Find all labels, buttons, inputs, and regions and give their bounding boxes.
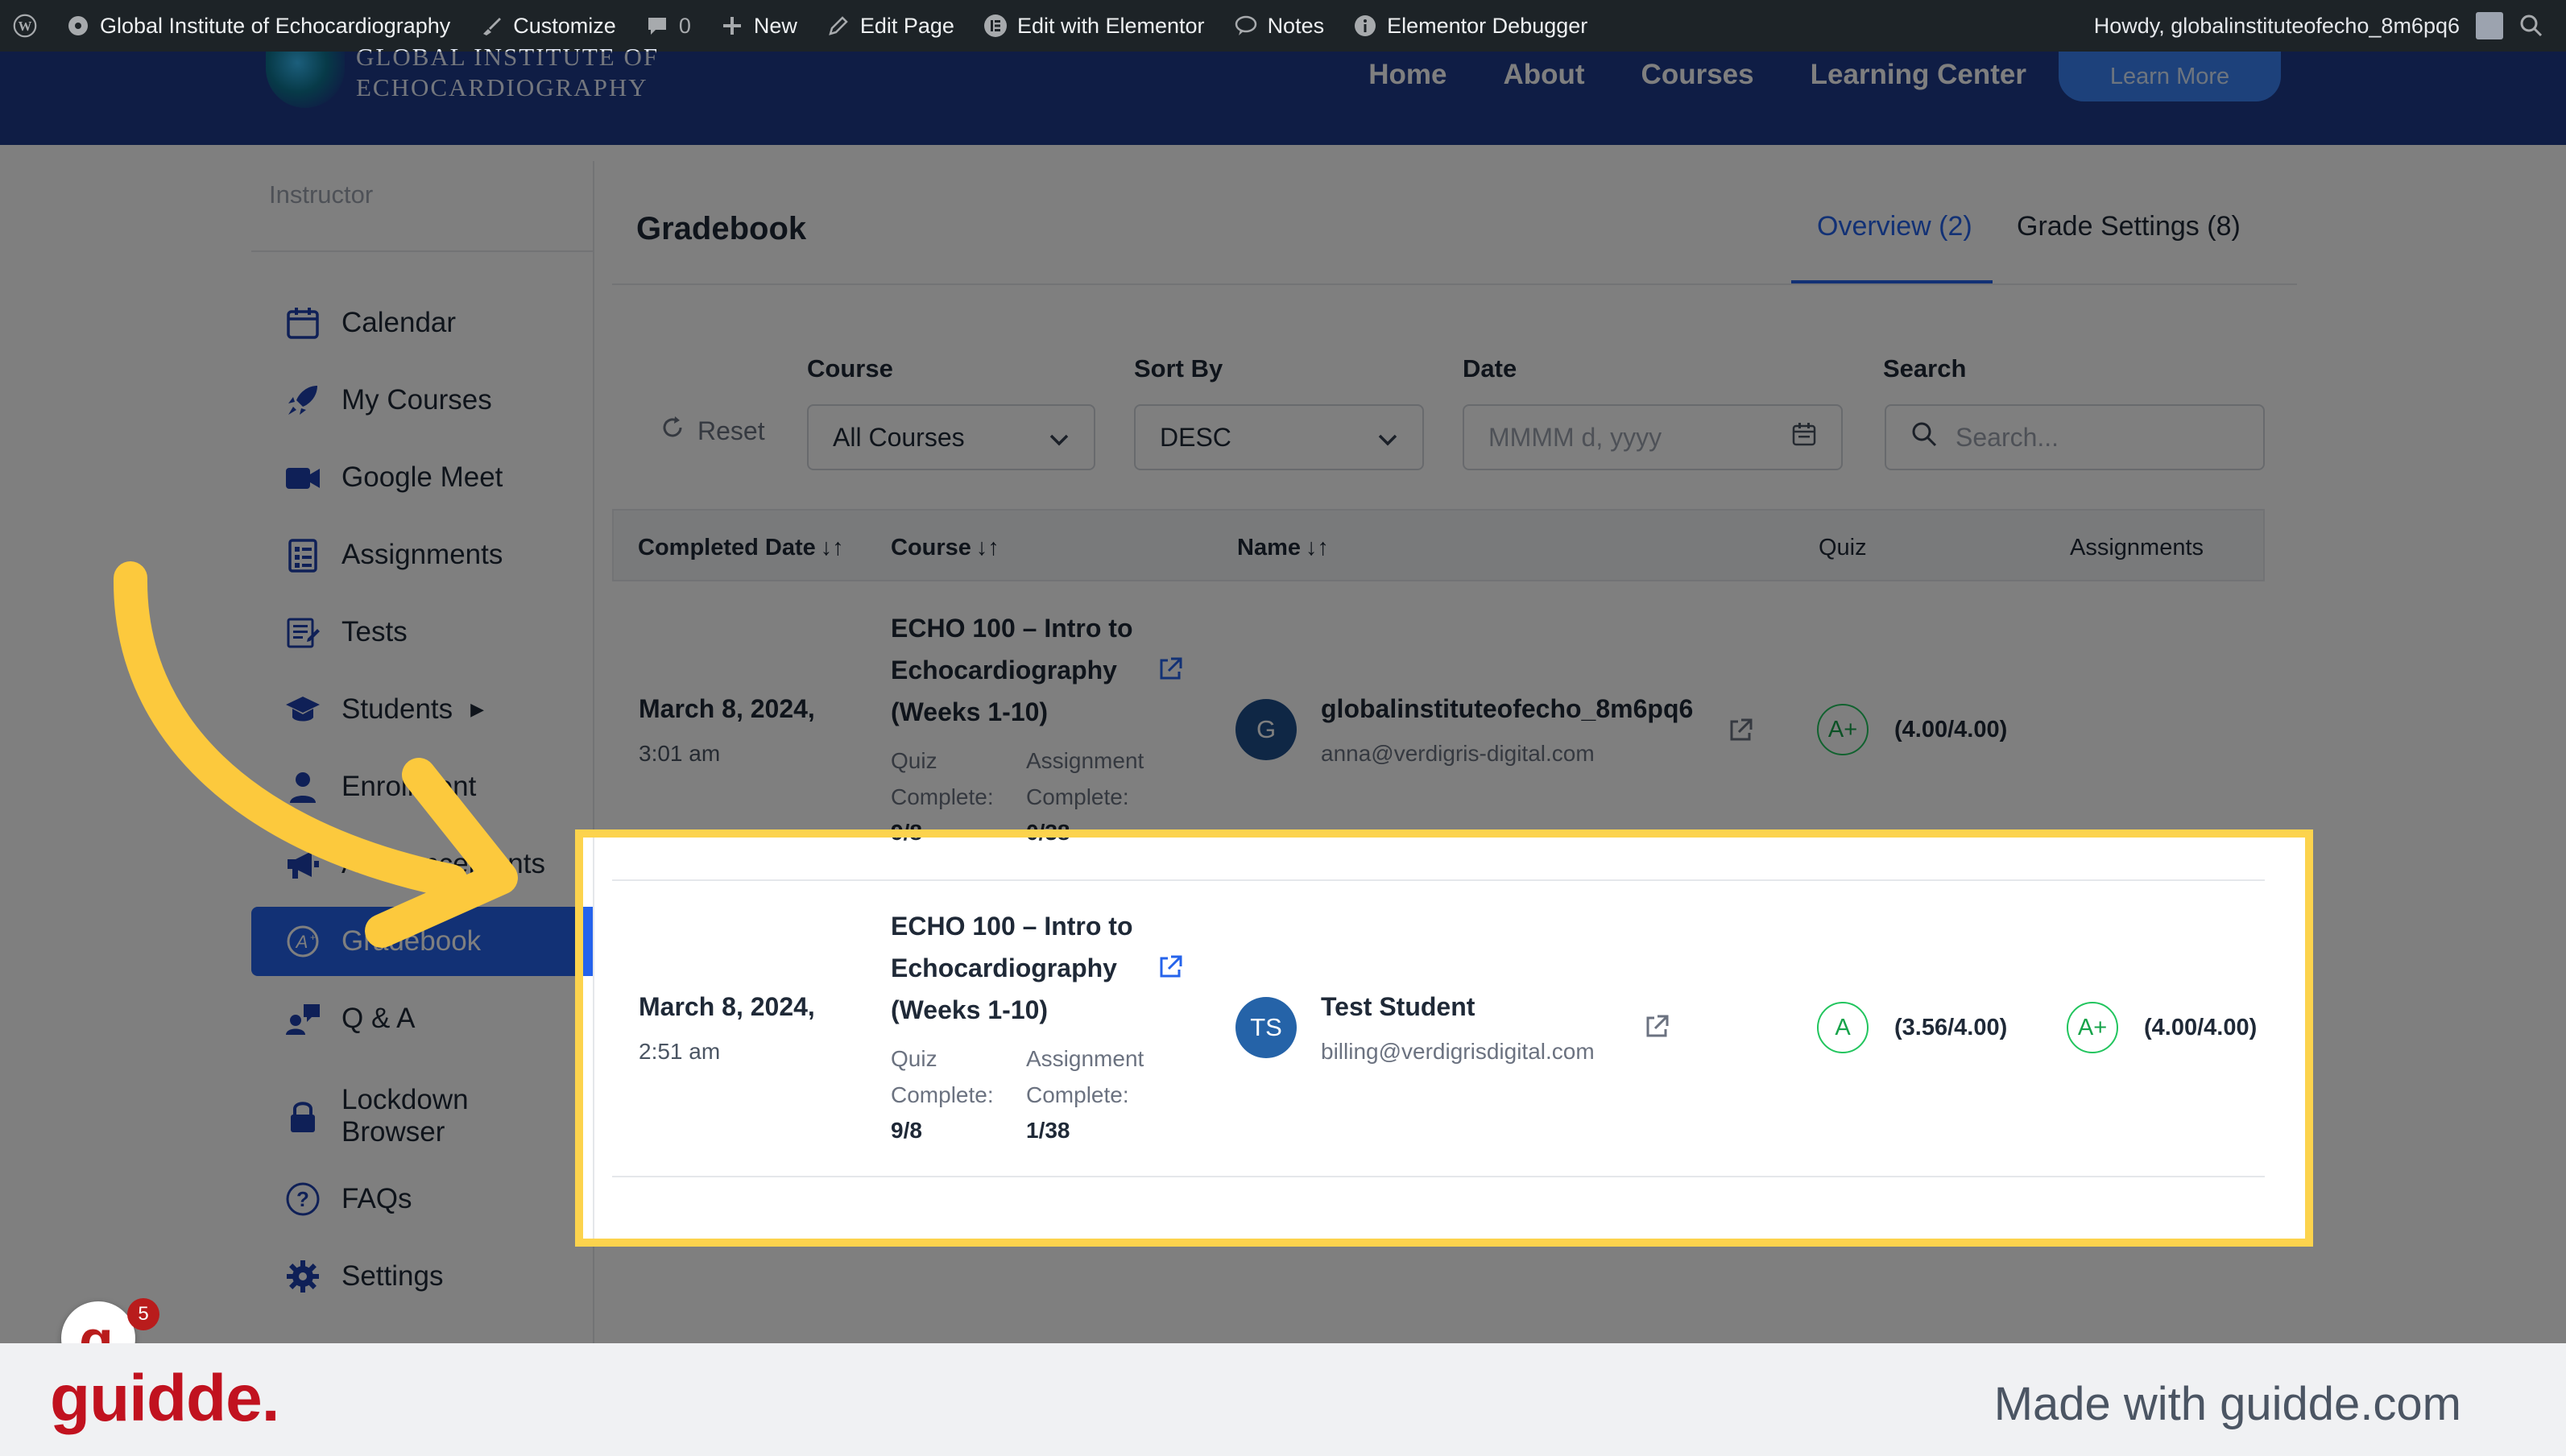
edit-elementor-link[interactable]: Edit with Elementor xyxy=(983,14,1205,39)
debugger-label: Elementor Debugger xyxy=(1387,13,1588,38)
made-with-text: Made with guidde.com xyxy=(1993,1378,2461,1430)
speech-bubble-icon xyxy=(1234,14,1258,38)
new-content-link[interactable]: New xyxy=(720,14,797,39)
howdy-greeting[interactable]: Howdy, globalinstituteofecho_8m6pq6 xyxy=(2094,14,2460,39)
admin-site-link[interactable]: Global Institute of Echocardiography xyxy=(66,14,450,39)
svg-text:W: W xyxy=(19,19,32,34)
dim-overlay-bottom xyxy=(0,1247,2566,1343)
brush-icon xyxy=(479,14,503,38)
search-icon[interactable] xyxy=(2519,14,2543,38)
dim-overlay-right xyxy=(2313,829,2566,1247)
notes-label: Notes xyxy=(1267,13,1325,38)
dim-overlay-top xyxy=(0,52,2566,829)
plus-icon xyxy=(720,14,744,38)
customize-link[interactable]: Customize xyxy=(479,14,616,39)
highlight-box xyxy=(575,829,2313,1247)
dim-overlay-left xyxy=(0,829,575,1247)
edit-page-label: Edit Page xyxy=(859,13,954,38)
debugger-link[interactable]: Elementor Debugger xyxy=(1353,14,1587,39)
comments-link[interactable]: 0 xyxy=(645,14,691,39)
notes-link[interactable]: Notes xyxy=(1234,13,1325,39)
info-icon xyxy=(1353,14,1377,38)
comment-icon xyxy=(645,14,669,38)
chat-notification-badge: 5 xyxy=(127,1298,159,1330)
wordpress-logo[interactable]: W xyxy=(13,14,37,38)
dashboard-icon xyxy=(66,14,90,38)
user-avatar-small[interactable] xyxy=(2476,12,2503,39)
edit-page-link[interactable]: Edit Page xyxy=(826,14,954,39)
site-name: Global Institute of Echocardiography xyxy=(100,13,451,38)
guidde-logo: guidde. xyxy=(50,1362,280,1435)
elementor-icon xyxy=(983,14,1008,38)
customize-label: Customize xyxy=(513,13,616,38)
wordpress-icon: W xyxy=(13,14,37,38)
pencil-icon xyxy=(826,14,851,38)
new-label: New xyxy=(753,13,797,38)
edit-elementor-label: Edit with Elementor xyxy=(1016,13,1205,38)
comments-count: 0 xyxy=(678,13,691,38)
